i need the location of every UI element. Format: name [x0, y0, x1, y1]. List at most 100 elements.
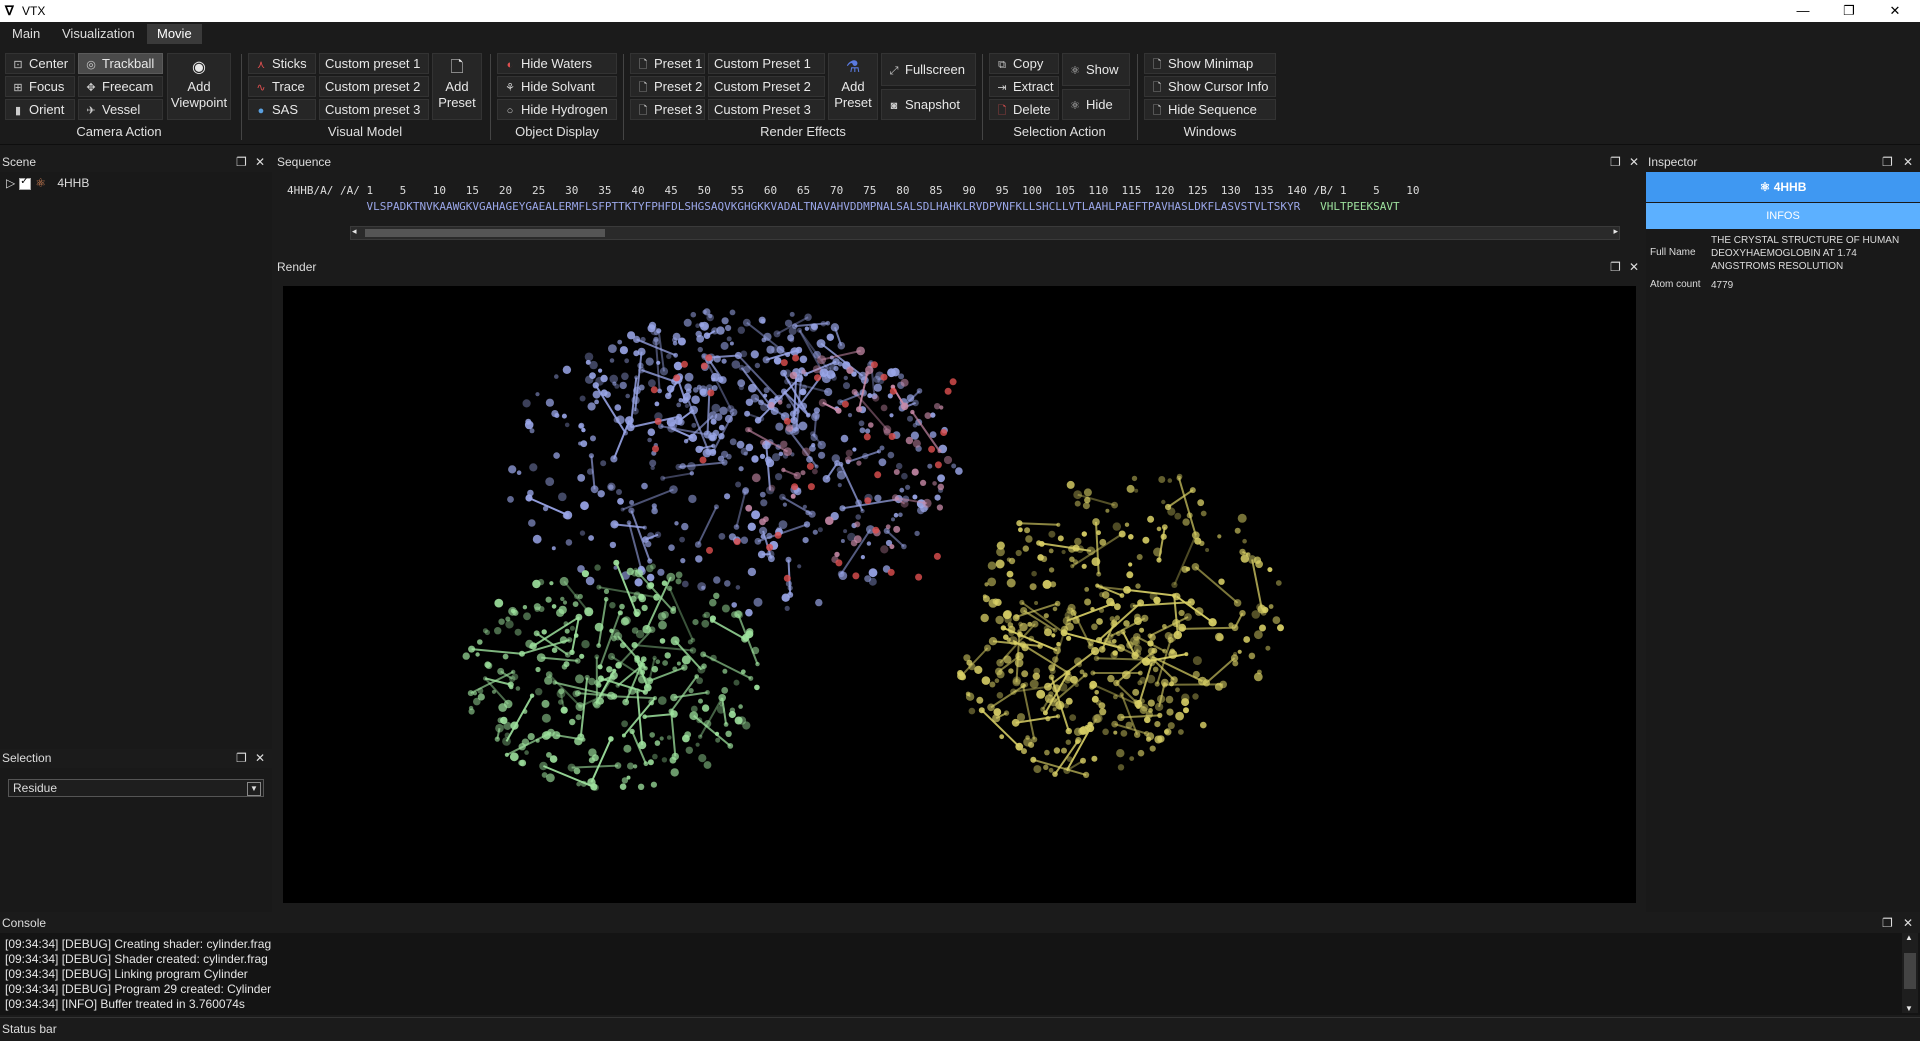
extract-button[interactable]: ⇥Extract	[989, 76, 1059, 97]
atom	[588, 402, 596, 410]
atom	[979, 707, 985, 713]
show-minimap-button[interactable]: 🗋Show Minimap	[1144, 53, 1276, 74]
render-custom-preset-3-button[interactable]: Custom Preset 3	[708, 99, 825, 120]
atom	[1261, 610, 1267, 616]
close-icon[interactable]: ✕	[1629, 258, 1639, 276]
atom	[1198, 677, 1207, 686]
atom	[608, 484, 613, 489]
copy-button[interactable]: ⧉Copy	[989, 53, 1059, 74]
atom	[492, 690, 496, 694]
render-viewport[interactable]	[283, 286, 1636, 903]
atom	[751, 455, 758, 462]
atom	[1039, 541, 1045, 547]
atom	[709, 599, 717, 607]
snapshot-button[interactable]: ◙Snapshot	[881, 89, 976, 120]
render-custom-preset-2-button[interactable]: Custom Preset 2	[708, 76, 825, 97]
atom	[569, 719, 575, 725]
tab-movie[interactable]: Movie	[147, 24, 202, 44]
atom	[669, 485, 678, 494]
scroll-right-icon[interactable]: ▸	[1613, 226, 1618, 237]
sequence-view[interactable]: 4HHB/A/ /A/ 1 5 10 15 20 25 30 35 40 45 …	[277, 172, 1637, 258]
focus-button[interactable]: ⊞Focus	[5, 76, 75, 97]
visibility-checkbox[interactable]	[19, 178, 31, 190]
atom	[718, 433, 724, 439]
atom	[1133, 699, 1138, 704]
scrollbar-thumb[interactable]	[365, 229, 605, 237]
undock-icon[interactable]: ❐	[1882, 914, 1893, 932]
console-scrollbar[interactable]: ▲ ▼	[1902, 933, 1918, 1013]
close-icon[interactable]: ✕	[255, 749, 265, 767]
fullscreen-button[interactable]: ⤢Fullscreen	[881, 53, 976, 86]
freecam-button[interactable]: ✥Freecam	[78, 76, 163, 97]
selection-mode-dropdown[interactable]: Residue ▼	[8, 779, 264, 797]
render-preset-2-button[interactable]: 🗋Preset 2	[630, 76, 705, 97]
render-custom-preset-1-button[interactable]: Custom Preset 1	[708, 53, 825, 74]
minimize-icon[interactable]: —	[1780, 0, 1826, 22]
tab-main[interactable]: Main	[2, 24, 50, 44]
close-icon[interactable]: ✕	[255, 153, 265, 171]
chain-a-residues[interactable]: VLSPADKTNVKAAWGKVGAHAGEYGAEALERMFLSFPTTK…	[287, 200, 1300, 213]
sequence-residues[interactable]: VLSPADKTNVKAAWGKVGAHAGEYGAEALERMFLSFPTTK…	[287, 200, 1400, 213]
atom	[722, 359, 727, 364]
custom-preset-1-button[interactable]: Custom preset 1	[319, 53, 429, 74]
undock-icon[interactable]: ❐	[1610, 153, 1621, 171]
hide-hydrogen-button[interactable]: ○Hide Hydrogen	[497, 99, 617, 120]
sas-button[interactable]: ●SAS	[248, 99, 316, 120]
center-button[interactable]: ⊡Center	[5, 53, 75, 74]
atom	[579, 654, 584, 659]
expand-arrow-icon[interactable]: ▷	[6, 176, 15, 190]
add-render-preset-button[interactable]: ⚗AddPreset	[828, 53, 878, 120]
hide-solvant-button[interactable]: ⚘Hide Solvant	[497, 76, 617, 97]
chain-b-residues[interactable]: VHLTPEEKSAVT	[1300, 200, 1399, 213]
hide-waters-button[interactable]: ◐Hide Waters	[497, 53, 617, 74]
show-button[interactable]: ⚛Show	[1062, 53, 1130, 86]
atom	[679, 537, 685, 543]
scroll-up-icon[interactable]: ▲	[1905, 933, 1913, 942]
undock-icon[interactable]: ❐	[236, 153, 247, 171]
trace-button[interactable]: ∿Trace	[248, 76, 316, 97]
custom-preset-3-button[interactable]: Custom preset 3	[319, 99, 429, 120]
atom	[740, 351, 747, 358]
close-icon[interactable]: ✕	[1903, 914, 1913, 932]
inspector-molecule-header[interactable]: ⚛ 4HHB	[1646, 172, 1920, 202]
trackball-button[interactable]: ◎Trackball	[78, 53, 163, 74]
scrollbar-thumb[interactable]	[1904, 953, 1916, 989]
hide-sequence-button[interactable]: 🗋Hide Sequence	[1144, 99, 1276, 120]
close-icon[interactable]: ✕	[1629, 153, 1639, 171]
close-icon[interactable]: ✕	[1872, 0, 1918, 22]
orient-button[interactable]: ▮Orient	[5, 99, 75, 120]
hide-button[interactable]: ⚛Hide	[1062, 89, 1130, 120]
atom	[790, 347, 799, 356]
oxygen-atom	[784, 418, 791, 425]
sticks-button[interactable]: ⋏Sticks	[248, 53, 316, 74]
atom	[505, 620, 513, 628]
oxygen-atom	[681, 361, 688, 368]
chevron-down-icon[interactable]: ▼	[247, 782, 261, 796]
atom	[1058, 535, 1064, 541]
undock-icon[interactable]: ❐	[236, 749, 247, 767]
tab-visualization[interactable]: Visualization	[52, 24, 145, 44]
render-preset-1-button[interactable]: 🗋Preset 1	[630, 53, 705, 74]
delete-button[interactable]: 🗋Delete	[989, 99, 1059, 120]
add-visual-preset-button[interactable]: 🗋AddPreset	[432, 53, 482, 120]
atom	[703, 449, 712, 458]
render-preset-3-button[interactable]: 🗋Preset 3	[630, 99, 705, 120]
vessel-button[interactable]: ✈Vessel	[78, 99, 163, 120]
atom	[729, 711, 736, 718]
add-viewpoint-button[interactable]: ◉AddViewpoint	[167, 53, 231, 120]
undock-icon[interactable]: ❐	[1882, 153, 1893, 171]
custom-preset-2-button[interactable]: Custom preset 2	[319, 76, 429, 97]
close-icon[interactable]: ✕	[1903, 153, 1913, 171]
show-cursor-info-button[interactable]: 🗋Show Cursor Info	[1144, 76, 1276, 97]
console-log[interactable]: [09:34:34] [DEBUG] Creating shader: cyli…	[0, 933, 1920, 1015]
scene-item-4hhb[interactable]: ▷⚛ 4HHB	[6, 176, 89, 190]
restore-icon[interactable]: ❐	[1826, 0, 1872, 22]
atom	[1228, 622, 1233, 627]
undock-icon[interactable]: ❐	[1610, 258, 1621, 276]
sequence-scrollbar[interactable]: ◂ ▸	[350, 226, 1620, 240]
atom	[674, 521, 678, 525]
scroll-left-icon[interactable]: ◂	[352, 226, 357, 237]
scroll-down-icon[interactable]: ▼	[1905, 1004, 1913, 1013]
atom	[1019, 600, 1024, 605]
tab-infos[interactable]: INFOS	[1646, 203, 1920, 229]
